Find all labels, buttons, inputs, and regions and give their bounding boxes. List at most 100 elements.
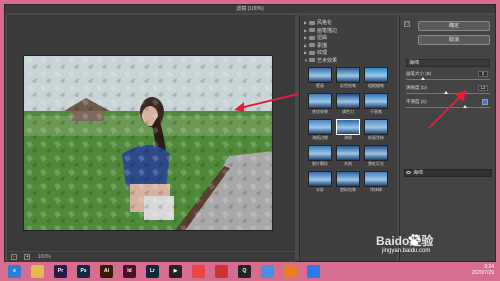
- watermark-text: Baido经验: [376, 234, 434, 248]
- thumbnail-label: 海报边缘: [312, 135, 328, 140]
- cancel-button[interactable]: 取消: [418, 35, 490, 45]
- taskbar-edge-icon[interactable]: e: [8, 265, 21, 278]
- filter-thumbnail[interactable]: 绘画涂抹: [364, 119, 388, 143]
- taskbar-game-icon[interactable]: [215, 265, 228, 278]
- slider-track[interactable]: [406, 79, 490, 80]
- thumbnail-label: 干画笔: [370, 109, 382, 114]
- folder-label: 素描: [317, 42, 328, 49]
- slider-handle[interactable]: [420, 77, 425, 80]
- folder-sketch[interactable]: ▶ 素描: [300, 42, 397, 50]
- taskbar-photoshop-icon[interactable]: Ps: [77, 265, 90, 278]
- filter-thumbnail[interactable]: 底纹效果: [308, 93, 332, 117]
- param-input[interactable]: 2: [478, 71, 488, 77]
- filter-thumbnail[interactable]: 海报边缘: [308, 119, 332, 143]
- filter-thumbnail[interactable]: 木刻: [336, 145, 360, 169]
- thumbnail-label: 涂抹棒: [370, 187, 382, 192]
- taskbar-folder-icon[interactable]: [31, 265, 44, 278]
- thumbnail-label: 粗糙蜡笔: [368, 83, 384, 88]
- window-title: 滤镜 (100%): [5, 5, 495, 13]
- thumbnail-image: [336, 145, 360, 161]
- zoom-value[interactable]: 100%: [38, 254, 51, 260]
- preview-area[interactable]: [7, 15, 295, 251]
- taskbar-qq-icon[interactable]: Q: [238, 265, 251, 278]
- filter-thumbnail[interactable]: 壁画: [308, 67, 332, 91]
- thumbnail-label: 彩色铅笔: [340, 83, 356, 88]
- folder-artistic[interactable]: ▼ 艺术效果: [300, 57, 397, 65]
- folder-label: 纹理: [317, 50, 328, 56]
- system-tray-clock[interactable]: 9:24 2020/7/29: [472, 264, 494, 276]
- taskbar-lightroom-icon[interactable]: Lr: [146, 265, 159, 278]
- folder-texture[interactable]: ▶ 纹理: [300, 49, 397, 57]
- zoom-in-button[interactable]: +: [24, 253, 31, 260]
- zoom-out-button[interactable]: -: [11, 253, 17, 260]
- thumbnail-label: 海绵: [344, 135, 352, 140]
- thumbnail-image: [336, 67, 360, 83]
- thumbnail-label: 调色刀: [342, 109, 354, 114]
- taskbar-illustrator-icon[interactable]: Ai: [100, 265, 113, 278]
- filter-thumbnail[interactable]: 粗糙蜡笔: [364, 67, 388, 91]
- value-chip[interactable]: [482, 99, 488, 105]
- filter-gallery-panel: ▶ 风格化 ▶ 画笔描边 ▶ 扭曲 ▶ 素描 ▶ 纹理 ▼ 艺术效果 壁画 彩色铅笔 粗糙蜡笔底…: [299, 15, 397, 261]
- taskbar-firefox-icon[interactable]: [284, 265, 297, 278]
- thumbnail-label: 胶片颗粒: [312, 161, 328, 166]
- taskbar-media-icon[interactable]: ▶: [169, 265, 182, 278]
- thumbnail-image: [364, 171, 388, 187]
- folder-label: 艺术效果: [317, 57, 338, 64]
- filter-thumbnail[interactable]: 干画笔: [364, 93, 388, 117]
- ok-button[interactable]: 确定: [418, 21, 490, 31]
- filter-thumbnail[interactable]: 调色刀: [336, 93, 360, 117]
- param-label: 平滑度 (S): [406, 99, 427, 104]
- filter-thumbnail[interactable]: 彩色铅笔: [336, 67, 360, 91]
- desktop: 滤镜 (100%) - + 100% ▶ 风格化 ▶ 画笔描边 ▶ 扭曲 ▶ 素…: [0, 0, 500, 281]
- effect-layer-row[interactable]: 海绵: [404, 169, 492, 177]
- folder-distort[interactable]: ▶ 扭曲: [300, 34, 397, 42]
- thumbnail-image: [364, 119, 388, 135]
- taskbar-app-icon[interactable]: [307, 265, 320, 278]
- taskbar-chrome-icon[interactable]: [261, 265, 274, 278]
- collapse-panel-icon[interactable]: □: [404, 21, 410, 27]
- annotation-arrow-2: [428, 90, 467, 129]
- folder-label: 扭曲: [317, 35, 328, 41]
- effect-layer-label: 海绵: [413, 170, 424, 176]
- status-bar: - + 100%: [7, 252, 295, 262]
- taskbar: 9:24 2020/7/29 e Pr Ps Ai Id Lr ▶ Q: [0, 262, 500, 281]
- folder-icon: [309, 28, 315, 33]
- taskbar-indesign-icon[interactable]: Id: [123, 265, 136, 278]
- param-input[interactable]: 12: [478, 85, 488, 91]
- filter-thumbnail[interactable]: 海绵: [336, 119, 360, 143]
- folder-label: 画笔描边: [317, 27, 338, 34]
- filter-thumbnail[interactable]: 塑料包装: [336, 171, 360, 195]
- thumbnail-label: 水彩: [316, 187, 324, 192]
- thumbnail-label: 壁画: [316, 83, 324, 88]
- filter-thumbnail[interactable]: 霓虹灯光: [364, 145, 388, 169]
- taskbar-premiere-icon[interactable]: Pr: [54, 265, 67, 278]
- thumbnail-label: 底纹效果: [312, 109, 328, 114]
- thumbnail-image: [364, 145, 388, 161]
- thumbnail-image: [308, 119, 332, 135]
- filter-thumbnail[interactable]: 水彩: [308, 171, 332, 195]
- thumbnail-image: [308, 171, 332, 187]
- param-label: 画笔大小 (B): [406, 71, 432, 76]
- filter-thumbnail[interactable]: 涂抹棒: [364, 171, 388, 195]
- eye-icon[interactable]: [406, 171, 411, 174]
- thumbnail-image: [336, 171, 360, 187]
- taskbar-gallery-icon[interactable]: [192, 265, 205, 278]
- thumbnail-image: [308, 145, 332, 161]
- thumbnail-image: [336, 93, 360, 109]
- thumbnail-image: [308, 67, 332, 83]
- thumbnail-image: [364, 67, 388, 83]
- settings-panel: □ 确定 取消 海绵 画笔大小 (B) 2 清晰度 (D) 12 平滑度 (S): [399, 15, 495, 261]
- filter-thumbnail[interactable]: 胶片颗粒: [308, 145, 332, 169]
- folder-icon: [309, 20, 315, 25]
- preview-image: [23, 55, 273, 231]
- param-label: 清晰度 (D): [406, 85, 427, 90]
- thumbnail-label: 霓虹灯光: [368, 161, 384, 166]
- filter-select[interactable]: 海绵: [406, 59, 490, 67]
- folder-open-icon: [309, 58, 315, 63]
- folder-stylize[interactable]: ▶ 风格化: [300, 19, 397, 27]
- watermark-url: jingyan.baidu.com: [382, 248, 431, 254]
- thumbnail-image: [308, 93, 332, 109]
- folder-brush-strokes[interactable]: ▶ 画笔描边: [300, 27, 397, 35]
- folder-icon: [309, 35, 315, 40]
- thumbnail-image: [364, 93, 388, 109]
